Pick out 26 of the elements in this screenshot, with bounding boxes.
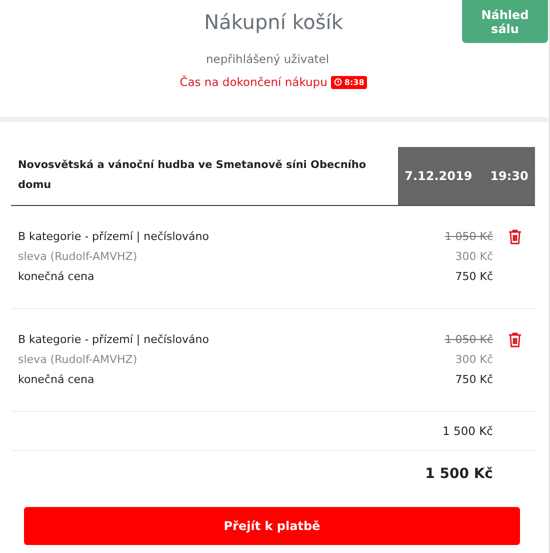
discount-label: sleva (Rudolf-AMVHZ) <box>18 249 138 265</box>
ticket-name: B kategorie - přízemí | nečíslováno <box>18 332 209 348</box>
timer-label: Čas na dokončení nákupu <box>180 75 328 89</box>
event-date: 7.12.2019 <box>404 169 472 183</box>
original-price: 1 050 Kč <box>444 332 493 348</box>
pay-button[interactable]: Přejít k platbě <box>24 507 520 545</box>
subtotal: 1 500 Kč <box>442 424 493 438</box>
discount-amount: 300 Kč <box>455 249 493 265</box>
delete-icon[interactable] <box>508 229 522 245</box>
seat-map-preview-button[interactable]: Náhled sálu <box>462 0 548 43</box>
user-status: nepřihlášený uživatel <box>204 52 330 66</box>
total-price: 1 500 Kč <box>425 466 493 482</box>
event-title: Novosvětská a vánoční hudba ve Smetanově síni Obecního domu <box>17 158 368 193</box>
final-price: 750 Kč <box>455 269 493 285</box>
discount-amount: 300 Kč <box>455 352 493 368</box>
countdown-time: 8:38 <box>344 78 364 86</box>
ticket-name: B kategorie - přízemí | nečíslováno <box>18 229 209 245</box>
discount-label: sleva (Rudolf-AMVHZ) <box>18 352 138 368</box>
clock-icon <box>334 78 342 86</box>
final-price: 750 Kč <box>455 372 493 388</box>
original-price: 1 050 Kč <box>444 229 493 245</box>
event-time: 19:30 <box>490 169 528 183</box>
final-price-label: konečná cena <box>18 372 94 388</box>
delete-icon[interactable] <box>508 332 522 348</box>
page-title: Nákupní košík <box>204 9 343 35</box>
final-price-label: konečná cena <box>18 269 94 285</box>
